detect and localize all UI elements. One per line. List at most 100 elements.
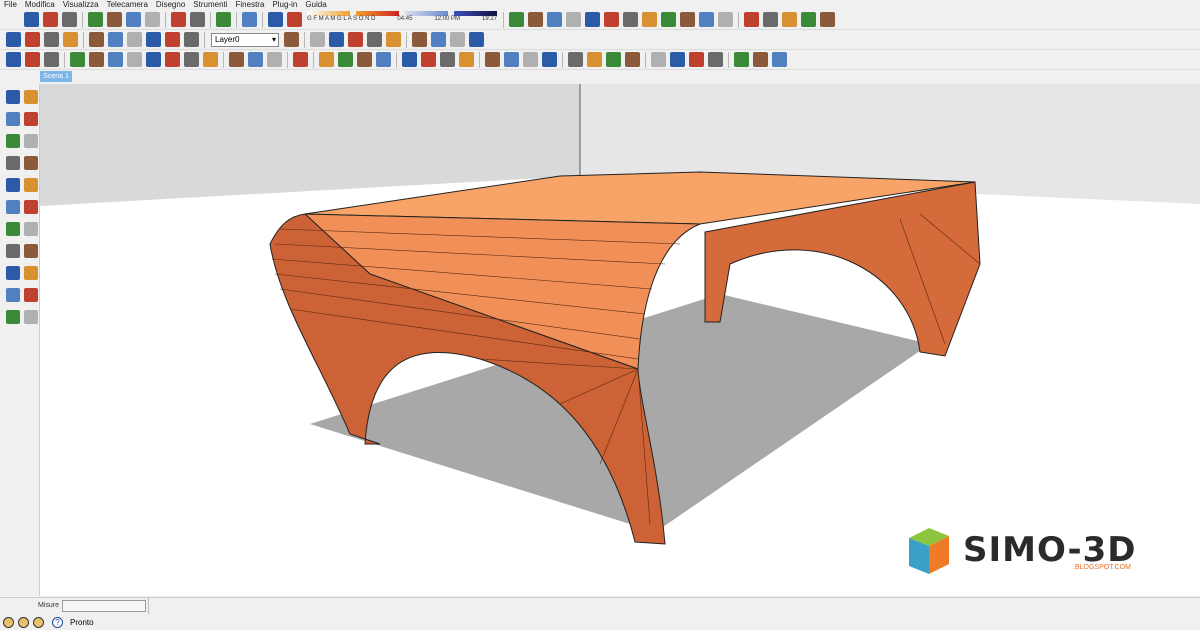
arc-icon[interactable] bbox=[699, 12, 714, 27]
layer-select[interactable]: Layer0 bbox=[211, 32, 279, 47]
arc-icon[interactable] bbox=[642, 12, 657, 27]
paste-icon[interactable] bbox=[126, 12, 141, 27]
push-pull-icon[interactable] bbox=[24, 266, 38, 280]
rotate-icon[interactable] bbox=[523, 52, 538, 67]
freehand-icon[interactable] bbox=[24, 244, 38, 258]
scene-tab[interactable]: Scena 1 bbox=[40, 71, 72, 82]
arc-icon[interactable] bbox=[376, 52, 391, 67]
left-view-icon[interactable] bbox=[184, 32, 199, 47]
move-icon[interactable] bbox=[6, 134, 20, 148]
model-info-icon[interactable] bbox=[287, 12, 302, 27]
zigzag-icon[interactable] bbox=[566, 12, 581, 27]
move-icon[interactable] bbox=[6, 266, 20, 280]
offset-icon[interactable] bbox=[24, 310, 38, 324]
front-view-icon[interactable] bbox=[108, 32, 123, 47]
menu-telecamera[interactable]: Telecamera bbox=[107, 0, 148, 10]
right-view-icon[interactable] bbox=[146, 32, 161, 47]
curve-icon[interactable] bbox=[547, 12, 562, 27]
box-icon[interactable] bbox=[267, 52, 282, 67]
eraser-icon[interactable] bbox=[402, 52, 417, 67]
eraser-icon[interactable] bbox=[421, 52, 436, 67]
text-icon[interactable] bbox=[24, 134, 38, 148]
draw-line-icon[interactable] bbox=[509, 12, 524, 27]
orbit-icon[interactable] bbox=[568, 52, 583, 67]
style-icon[interactable] bbox=[108, 52, 123, 67]
back-view-icon[interactable] bbox=[165, 32, 180, 47]
geo-icon[interactable] bbox=[3, 617, 14, 628]
dimension-icon[interactable] bbox=[24, 112, 38, 126]
palette-icon[interactable] bbox=[203, 52, 218, 67]
component-icon[interactable] bbox=[734, 52, 749, 67]
arc-icon[interactable] bbox=[604, 12, 619, 27]
walk-icon[interactable] bbox=[689, 52, 704, 67]
select-icon[interactable] bbox=[293, 52, 308, 67]
curve-icon[interactable] bbox=[763, 12, 778, 27]
axes-icon[interactable] bbox=[24, 90, 38, 104]
push-n-icon[interactable] bbox=[348, 32, 363, 47]
help-icon[interactable]: ? bbox=[52, 617, 63, 628]
arc-icon[interactable] bbox=[24, 222, 38, 236]
pencil-icon[interactable] bbox=[24, 200, 38, 214]
box-icon[interactable] bbox=[229, 52, 244, 67]
iso-view-icon[interactable] bbox=[89, 32, 104, 47]
style-icon[interactable] bbox=[89, 52, 104, 67]
erase-icon[interactable] bbox=[145, 12, 160, 27]
follow-icon[interactable] bbox=[386, 32, 401, 47]
cone-icon[interactable] bbox=[165, 52, 180, 67]
circle-icon[interactable] bbox=[801, 12, 816, 27]
curve-icon[interactable] bbox=[661, 12, 676, 27]
select-icon[interactable] bbox=[6, 156, 20, 170]
rotate-icon[interactable] bbox=[6, 288, 20, 302]
pan-icon[interactable] bbox=[587, 52, 602, 67]
section-icon[interactable] bbox=[651, 52, 666, 67]
eraser-icon[interactable] bbox=[24, 178, 38, 192]
shadow-settings[interactable]: G F M A M G L A S O N D 04:45 12:00 PM 19:2… bbox=[307, 10, 497, 29]
menu-file[interactable]: File bbox=[4, 0, 17, 10]
print-icon[interactable] bbox=[216, 12, 231, 27]
open-icon[interactable] bbox=[43, 12, 58, 27]
circle-icon[interactable] bbox=[6, 222, 20, 236]
color-picker-icon[interactable] bbox=[6, 32, 21, 47]
terrain-icon[interactable] bbox=[44, 52, 59, 67]
globe-icon[interactable] bbox=[708, 52, 723, 67]
menu-visualizza[interactable]: Visualizza bbox=[63, 0, 99, 10]
cut-icon[interactable] bbox=[88, 12, 103, 27]
sandbox-icon[interactable] bbox=[6, 52, 21, 67]
layer-manager-icon[interactable] bbox=[284, 32, 299, 47]
wrench-icon[interactable] bbox=[782, 12, 797, 27]
zoom-extents-icon[interactable] bbox=[625, 52, 640, 67]
top-view-icon[interactable] bbox=[127, 32, 142, 47]
axes-icon[interactable] bbox=[469, 32, 484, 47]
style-icon[interactable] bbox=[127, 52, 142, 67]
color-picker-icon[interactable] bbox=[44, 32, 59, 47]
redo-icon[interactable] bbox=[190, 12, 205, 27]
polygon-icon[interactable] bbox=[6, 244, 20, 258]
rectangle-icon[interactable] bbox=[6, 200, 20, 214]
xray-icon[interactable] bbox=[412, 32, 427, 47]
component-icon[interactable] bbox=[24, 156, 38, 170]
curve-icon[interactable] bbox=[585, 12, 600, 27]
move-icon[interactable] bbox=[504, 52, 519, 67]
curve-icon[interactable] bbox=[680, 12, 695, 27]
rectangle-icon[interactable] bbox=[623, 12, 638, 27]
push-pull-icon[interactable] bbox=[485, 52, 500, 67]
menu-strumenti[interactable]: Strumenti bbox=[193, 0, 227, 10]
measures-input[interactable] bbox=[62, 600, 146, 612]
push-pull-icon[interactable] bbox=[6, 90, 20, 104]
polygon-icon[interactable] bbox=[820, 12, 835, 27]
follow-icon[interactable] bbox=[367, 32, 382, 47]
follow-me-icon[interactable] bbox=[24, 288, 38, 302]
menu-guida[interactable]: Guida bbox=[305, 0, 326, 10]
arc-icon[interactable] bbox=[718, 12, 733, 27]
tape-measure-icon[interactable] bbox=[6, 112, 20, 126]
pencil-icon[interactable] bbox=[319, 52, 334, 67]
component-icon[interactable] bbox=[772, 52, 787, 67]
menu-disegno[interactable]: Disegno bbox=[156, 0, 185, 10]
info-icon[interactable] bbox=[242, 12, 257, 27]
light-icon[interactable] bbox=[146, 52, 161, 67]
new-icon[interactable] bbox=[24, 12, 39, 27]
undo-icon[interactable] bbox=[171, 12, 186, 27]
box-icon[interactable] bbox=[248, 52, 263, 67]
menu-modifica[interactable]: Modifica bbox=[25, 0, 55, 10]
follow-me-icon[interactable] bbox=[542, 52, 557, 67]
